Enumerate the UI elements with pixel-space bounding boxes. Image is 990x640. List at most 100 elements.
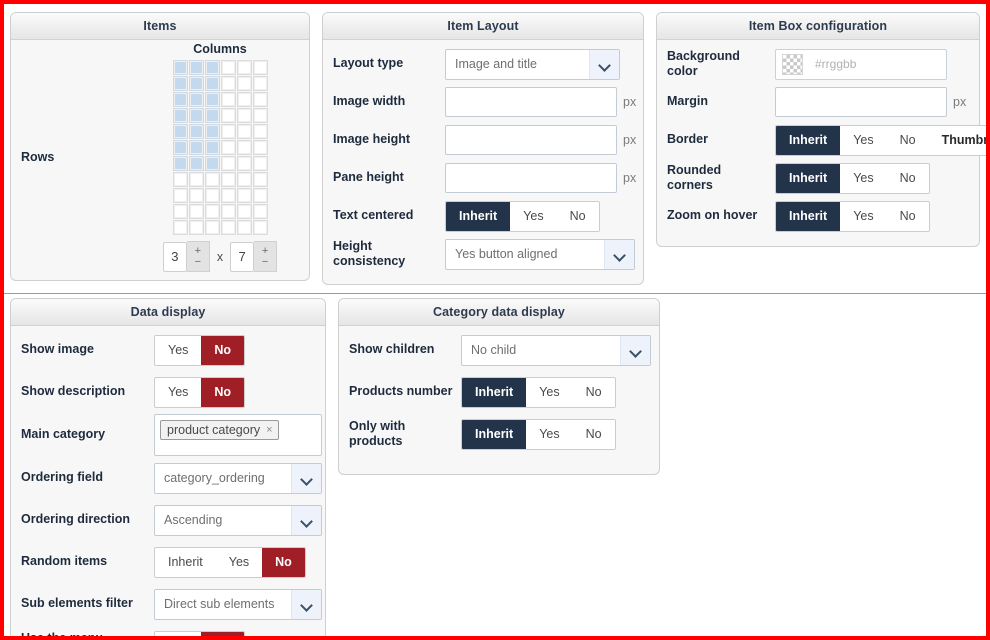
grid-cell[interactable] bbox=[188, 60, 204, 75]
toggle-option-inherit[interactable]: Inherit bbox=[776, 163, 841, 193]
use-menu-name-toggle[interactable]: YesNo bbox=[154, 630, 246, 636]
height-consistency-select[interactable]: Yes button aligned bbox=[445, 238, 635, 270]
toggle-option-yes[interactable]: Yes bbox=[840, 201, 887, 231]
grid-cell[interactable] bbox=[220, 188, 236, 203]
toggle-option-yes[interactable]: Yes bbox=[526, 377, 573, 407]
grid-cell[interactable] bbox=[172, 188, 188, 203]
grid-cell[interactable] bbox=[172, 124, 188, 139]
random-items-toggle[interactable]: Inherit Yes No bbox=[154, 546, 306, 578]
grid-cell[interactable] bbox=[236, 124, 252, 139]
grid-cell[interactable] bbox=[236, 188, 252, 203]
rows-number-input[interactable] bbox=[162, 241, 187, 272]
image-height-input[interactable] bbox=[445, 125, 617, 155]
grid-cell[interactable] bbox=[188, 156, 204, 171]
text-centered-toggle[interactable]: Inherit Yes No bbox=[445, 200, 600, 232]
columns-stepper-buttons[interactable]: + − bbox=[254, 241, 278, 272]
grid-cell[interactable] bbox=[204, 140, 220, 155]
grid-cell[interactable] bbox=[204, 76, 220, 91]
grid-cell[interactable] bbox=[204, 172, 220, 187]
toggle-option-yes[interactable]: Yes bbox=[155, 377, 202, 407]
pane-height-input[interactable] bbox=[445, 163, 617, 193]
toggle-option-yes[interactable]: Yes bbox=[840, 163, 887, 193]
main-category-tag-input[interactable]: product category × bbox=[154, 414, 322, 456]
grid-cell[interactable] bbox=[236, 108, 252, 123]
border-toggle[interactable]: InheritYesNoThumbnail bbox=[775, 124, 986, 156]
grid-cell[interactable] bbox=[172, 172, 188, 187]
grid-cell[interactable] bbox=[220, 124, 236, 139]
grid-matrix[interactable] bbox=[172, 60, 268, 235]
grid-cell[interactable] bbox=[220, 92, 236, 107]
grid-cell[interactable] bbox=[172, 204, 188, 219]
grid-cell[interactable] bbox=[188, 76, 204, 91]
products-number-toggle[interactable]: Inherit Yes No bbox=[461, 376, 616, 408]
grid-cell[interactable] bbox=[172, 92, 188, 107]
grid-cell[interactable] bbox=[236, 60, 252, 75]
toggle-option-yes[interactable]: Yes bbox=[215, 547, 263, 577]
grid-cell[interactable] bbox=[172, 108, 188, 123]
rows-stepper-buttons[interactable]: + − bbox=[186, 241, 210, 272]
chevron-down-icon[interactable] bbox=[291, 463, 321, 493]
sub-elements-filter-select[interactable]: Direct sub elements bbox=[154, 588, 322, 620]
color-swatch-icon[interactable] bbox=[782, 53, 803, 75]
layout-type-select[interactable]: Image and title bbox=[445, 48, 620, 80]
grid-cell[interactable] bbox=[204, 92, 220, 107]
columns-decrement-icon[interactable]: − bbox=[262, 256, 268, 268]
toggle-option-no[interactable]: No bbox=[886, 125, 929, 155]
grid-cell[interactable] bbox=[252, 76, 268, 91]
grid-cell[interactable] bbox=[188, 124, 204, 139]
grid-cell[interactable] bbox=[188, 172, 204, 187]
toggle-option-no[interactable]: No bbox=[886, 201, 929, 231]
toggle-option-inherit[interactable]: Inherit bbox=[776, 125, 841, 155]
toggle-option-no[interactable]: No bbox=[201, 631, 245, 636]
grid-cell[interactable] bbox=[220, 76, 236, 91]
grid-cell[interactable] bbox=[188, 108, 204, 123]
grid-cell[interactable] bbox=[220, 60, 236, 75]
image-width-input[interactable] bbox=[445, 87, 617, 117]
toggle-option-no[interactable]: No bbox=[201, 377, 245, 407]
grid-cell[interactable] bbox=[252, 188, 268, 203]
grid-cell[interactable] bbox=[220, 172, 236, 187]
toggle-option-no[interactable]: No bbox=[886, 163, 929, 193]
grid-cell[interactable] bbox=[236, 92, 252, 107]
toggle-option-no[interactable]: No bbox=[572, 377, 615, 407]
grid-cell[interactable] bbox=[252, 92, 268, 107]
toggle-option-inherit[interactable]: Inherit bbox=[446, 201, 511, 231]
grid-cell[interactable] bbox=[252, 156, 268, 171]
grid-cell[interactable] bbox=[236, 156, 252, 171]
rows-increment-icon[interactable]: + bbox=[195, 245, 201, 257]
chevron-down-icon[interactable] bbox=[604, 239, 634, 269]
show-children-select[interactable]: No child bbox=[461, 334, 651, 366]
grid-cell[interactable] bbox=[204, 204, 220, 219]
columns-increment-icon[interactable]: + bbox=[262, 245, 268, 257]
toggle-option-inherit[interactable]: Inherit bbox=[776, 201, 841, 231]
margin-input[interactable] bbox=[775, 87, 947, 117]
ordering-field-select[interactable]: category_ordering bbox=[154, 462, 322, 494]
toggle-option-yes[interactable]: Yes bbox=[840, 125, 887, 155]
show-description-toggle[interactable]: Yes No bbox=[154, 376, 246, 408]
grid-cell[interactable] bbox=[236, 220, 252, 235]
toggle-option-inherit[interactable]: Inherit bbox=[462, 419, 527, 449]
chevron-down-icon[interactable] bbox=[620, 335, 650, 365]
grid-cell[interactable] bbox=[204, 108, 220, 123]
grid-cell[interactable] bbox=[252, 140, 268, 155]
rows-decrement-icon[interactable]: − bbox=[195, 256, 201, 268]
grid-cell[interactable] bbox=[220, 108, 236, 123]
ordering-direction-select[interactable]: Ascending bbox=[154, 504, 322, 536]
grid-cell[interactable] bbox=[204, 124, 220, 139]
grid-cell[interactable] bbox=[172, 76, 188, 91]
chevron-down-icon[interactable] bbox=[589, 49, 619, 79]
grid-cell[interactable] bbox=[220, 156, 236, 171]
grid-cell[interactable] bbox=[204, 60, 220, 75]
zoom-on-hover-toggle[interactable]: Inherit Yes No bbox=[775, 200, 930, 232]
grid-cell[interactable] bbox=[172, 156, 188, 171]
grid-cell[interactable] bbox=[204, 156, 220, 171]
grid-cell[interactable] bbox=[188, 204, 204, 219]
grid-cell[interactable] bbox=[252, 204, 268, 219]
grid-cell[interactable] bbox=[252, 172, 268, 187]
grid-cell[interactable] bbox=[188, 188, 204, 203]
grid-cell[interactable] bbox=[172, 60, 188, 75]
toggle-option-yes[interactable]: Yes bbox=[155, 335, 202, 365]
toggle-option-yes[interactable]: Yes bbox=[510, 201, 557, 231]
grid-cell[interactable] bbox=[220, 204, 236, 219]
category-chip[interactable]: product category × bbox=[160, 420, 279, 441]
